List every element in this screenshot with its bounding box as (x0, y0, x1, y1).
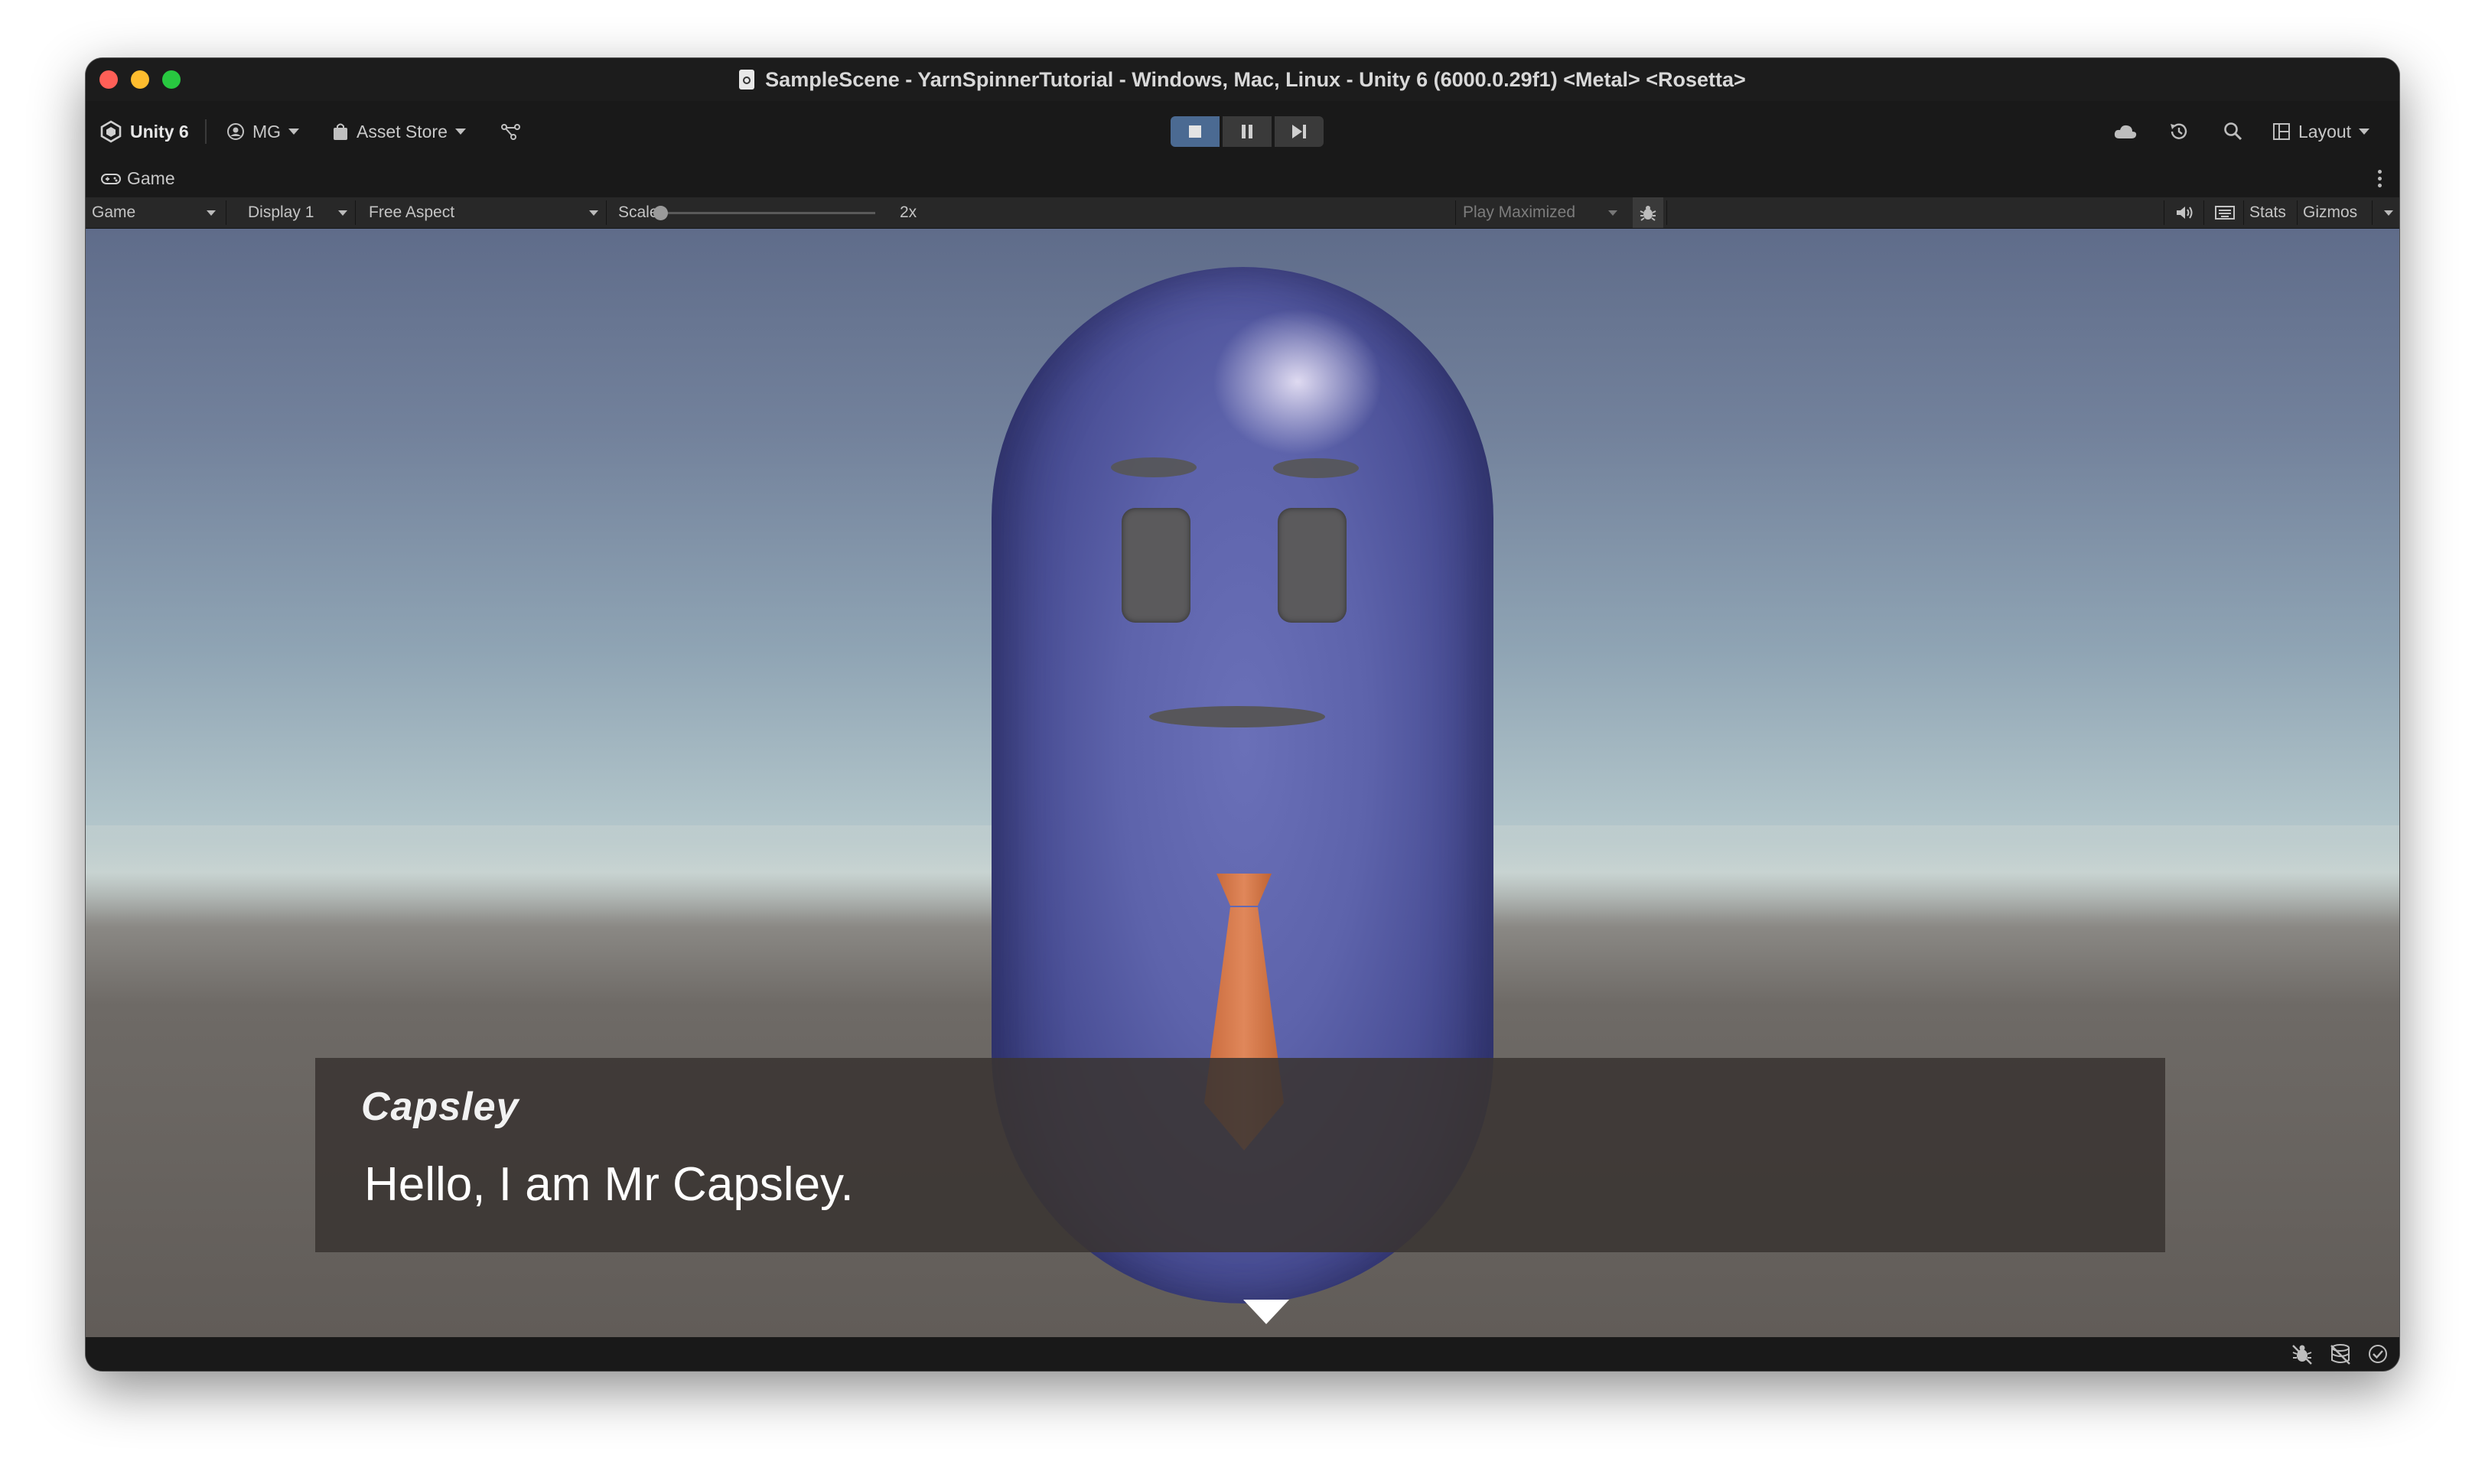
bug-icon (1640, 206, 1656, 221)
stats-label: Stats (2249, 203, 2286, 221)
divider (1666, 200, 1667, 225)
scale-slider-track[interactable] (661, 212, 875, 214)
mute-audio-button[interactable] (2170, 197, 2200, 228)
scene-file-icon (739, 70, 755, 89)
asset-store-label: Asset Store (357, 121, 448, 142)
close-window-button[interactable] (99, 70, 118, 89)
divider (1455, 200, 1456, 225)
right-eye (1278, 508, 1347, 623)
tab-game[interactable]: Game (101, 168, 175, 189)
shopping-bag-icon (334, 123, 347, 140)
divider (2243, 200, 2244, 225)
aspect-dropdown[interactable]: Free Aspect (361, 197, 604, 228)
unity-logo-icon (100, 120, 122, 143)
scale-label: Scale (611, 197, 659, 228)
keyboard-icon (2215, 206, 2235, 220)
account-icon (227, 123, 244, 140)
gizmos-dropdown[interactable] (2373, 197, 2399, 228)
chevron-down-icon (2359, 129, 2370, 135)
divider (2203, 200, 2204, 225)
game-viewport[interactable]: Capsley Hello, I am Mr Capsley. (86, 229, 2399, 1338)
shortcuts-button[interactable] (2210, 197, 2240, 228)
left-eye (1122, 508, 1190, 623)
layout-dropdown[interactable]: Layout (2272, 119, 2370, 144)
unity-version-label: Unity 6 (130, 121, 189, 142)
layout-icon (2273, 123, 2290, 140)
divider (355, 200, 356, 225)
window-title: SampleScene - YarnSpinnerTutorial - Wind… (765, 67, 1746, 91)
dialogue-box: Capsley Hello, I am Mr Capsley. (315, 1058, 2165, 1252)
stop-icon (1189, 125, 1201, 138)
speaker-icon (2177, 207, 2193, 219)
chevron-down-icon (454, 129, 466, 135)
search-icon (2224, 122, 2242, 141)
chevron-down-icon (1608, 210, 1617, 216)
gizmos-button[interactable]: Gizmos (2303, 197, 2357, 228)
speaker-name: Capsley (361, 1085, 519, 1129)
playmode-controls (1171, 116, 1324, 147)
game-view-toolbar: Game Display 1 Free Aspect Scale 2x Play… (86, 197, 2399, 229)
game-mode-dropdown[interactable]: Game (92, 197, 222, 228)
history-icon (2171, 123, 2187, 139)
tab-bar: Game (86, 162, 2399, 197)
minimize-window-button[interactable] (131, 70, 149, 89)
check-circle-icon[interactable] (2367, 1343, 2389, 1365)
title-bar: SampleScene - YarnSpinnerTutorial - Wind… (86, 58, 2399, 101)
pause-icon (1242, 125, 1252, 138)
unity-menu[interactable]: Unity 6 (99, 119, 189, 144)
asset-store-dropdown[interactable]: Asset Store (332, 119, 466, 144)
step-button[interactable] (1275, 116, 1324, 147)
cache-server-icon[interactable] (2329, 1343, 2352, 1365)
toolbar-divider (205, 119, 207, 144)
more-options-icon[interactable] (2378, 170, 2382, 187)
play-mode-dropdown[interactable]: Play Maximized (1463, 197, 1624, 228)
debug-button[interactable] (1633, 197, 1663, 228)
tab-label: Game (127, 168, 175, 188)
history-button[interactable] (2168, 119, 2190, 144)
scale-slider-handle[interactable] (653, 206, 668, 220)
version-control-button[interactable] (500, 119, 522, 144)
display-dropdown[interactable]: Display 1 (239, 197, 353, 228)
chevron-down-icon (338, 210, 347, 216)
status-bar (86, 1337, 2399, 1371)
version-control-icon (501, 124, 520, 140)
divider (2297, 200, 2298, 225)
game-mode-value: Game (92, 203, 136, 221)
account-dropdown[interactable]: MG (226, 119, 300, 144)
divider (606, 200, 607, 225)
chevron-down-icon (207, 210, 216, 216)
mouth (1149, 706, 1325, 727)
main-toolbar: Unity 6 MG Asset Store Layout (86, 101, 2399, 162)
scale-label-text: Scale (618, 203, 659, 221)
debugger-disabled-icon[interactable] (2291, 1343, 2314, 1365)
play-stop-button[interactable] (1171, 116, 1220, 147)
pause-button[interactable] (1223, 116, 1272, 147)
unity-editor-window: SampleScene - YarnSpinnerTutorial - Wind… (86, 58, 2399, 1371)
account-label: MG (252, 121, 282, 142)
chevron-down-icon (589, 210, 598, 216)
chevron-down-icon (2384, 210, 2393, 216)
right-eyebrow (1273, 458, 1359, 478)
scale-value-text: 2x (900, 203, 917, 221)
stats-button[interactable]: Stats (2249, 197, 2286, 228)
dialogue-line: Hello, I am Mr Capsley. (364, 1158, 854, 1211)
divider (2372, 200, 2373, 225)
window-controls (99, 70, 181, 89)
cloud-button[interactable] (2113, 119, 2138, 144)
maximize-window-button[interactable] (162, 70, 181, 89)
layout-label: Layout (2298, 121, 2352, 142)
gizmos-label: Gizmos (2303, 203, 2358, 221)
display-value: Display 1 (248, 203, 314, 221)
search-button[interactable] (2223, 119, 2243, 144)
chevron-down-icon (288, 129, 300, 135)
left-eyebrow (1111, 457, 1197, 477)
cloud-icon (2114, 125, 2137, 138)
play-mode-value: Play Maximized (1463, 203, 1576, 221)
continue-arrow-icon[interactable] (1243, 1300, 1289, 1324)
gamepad-icon (101, 173, 121, 184)
step-forward-icon (1292, 125, 1306, 138)
aspect-value: Free Aspect (369, 203, 455, 221)
scale-value: 2x (900, 197, 917, 228)
